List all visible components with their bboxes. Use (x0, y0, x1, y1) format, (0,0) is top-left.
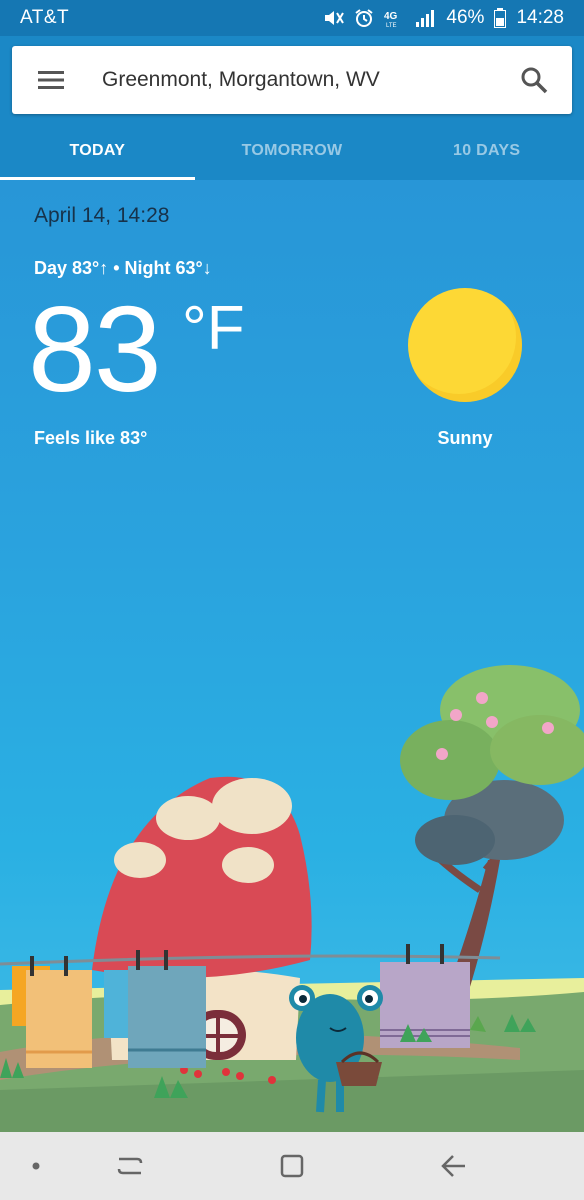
tab-bar: TODAY TOMORROW 10 DAYS (0, 122, 584, 180)
clock: 14:28 (516, 7, 564, 28)
menu-icon[interactable] (12, 46, 90, 114)
weather-illustration (0, 665, 584, 1132)
svg-text:4G: 4G (384, 11, 398, 22)
back-icon[interactable] (424, 1132, 484, 1200)
alarm-icon (354, 8, 374, 28)
app-header: Greenmont, Morgantown, WV TODAY TOMORROW… (0, 36, 584, 180)
location-text[interactable]: Greenmont, Morgantown, WV (90, 68, 496, 92)
temperature-unit: °F (182, 294, 245, 363)
tab-today[interactable]: TODAY (0, 122, 195, 180)
nav-dot-icon (16, 1132, 56, 1200)
current-temperature: 83 (28, 281, 162, 417)
tab-10-days[interactable]: 10 DAYS (389, 122, 584, 180)
home-icon[interactable] (262, 1132, 322, 1200)
search-icon[interactable] (496, 46, 572, 114)
battery-percent: 46% (446, 7, 485, 28)
system-nav-bar (0, 1132, 584, 1200)
status-bar: AT&T 4G LTE 46% 14:28 (0, 0, 584, 36)
battery-icon (494, 8, 507, 28)
day-night-temps: Day 83°↑ • Night 63°↓ (34, 258, 212, 278)
signal-icon (416, 9, 436, 27)
recent-apps-icon[interactable] (100, 1132, 160, 1200)
mute-icon (322, 8, 345, 28)
sun-icon (408, 288, 522, 402)
svg-text:LTE: LTE (386, 23, 397, 28)
search-bar[interactable]: Greenmont, Morgantown, WV (12, 46, 572, 114)
weather-content: April 14, 14:28 Day 83°↑ • Night 63°↓ 83… (0, 180, 584, 1132)
feels-like: Feels like 83° (34, 428, 148, 448)
carrier-name: AT&T (20, 7, 70, 28)
condition-text: Sunny (437, 428, 493, 448)
network-type-icon: 4G LTE (384, 8, 406, 28)
tab-tomorrow[interactable]: TOMORROW (195, 122, 390, 180)
date-time: April 14, 14:28 (34, 204, 170, 227)
